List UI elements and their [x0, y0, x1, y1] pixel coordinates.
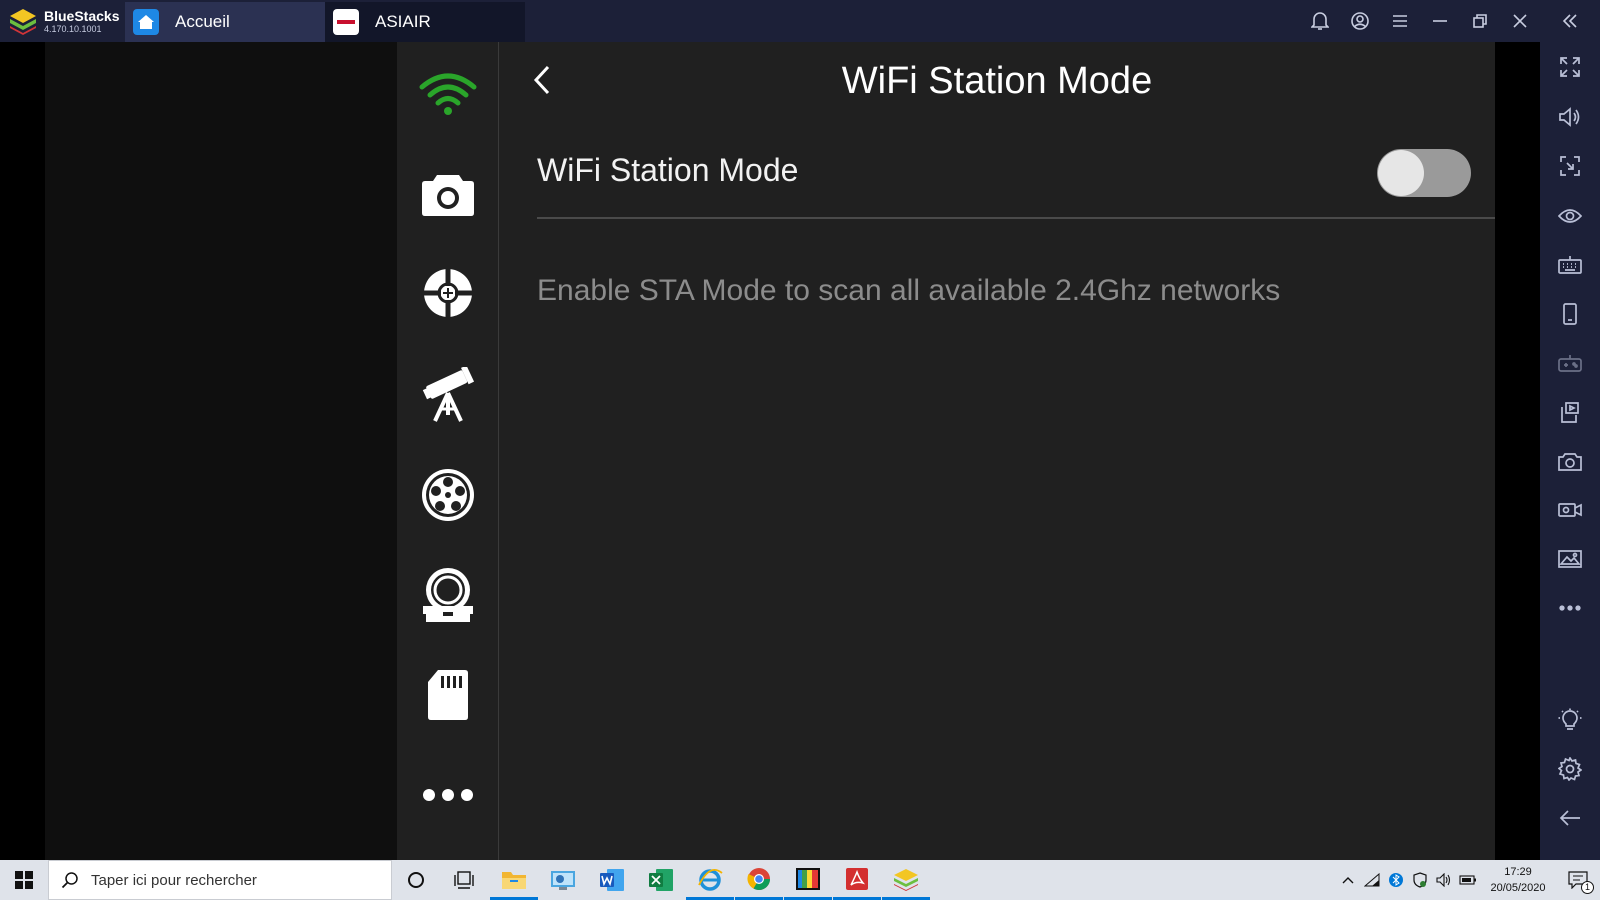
letterbox-pillar — [45, 42, 397, 860]
phone-rotate-icon[interactable] — [1550, 294, 1590, 334]
tab-asiair[interactable]: ASIAIR — [325, 2, 525, 42]
bluestacks-brand: BlueStacks 4.170.10.1001 — [0, 0, 125, 42]
focuser-icon[interactable] — [417, 564, 479, 626]
windows-start-icon[interactable] — [0, 860, 48, 900]
settings-gear-icon[interactable] — [1550, 749, 1590, 789]
wifi-icon[interactable] — [417, 62, 479, 124]
back-arrow-icon[interactable] — [1550, 798, 1590, 838]
bluetooth-icon[interactable] — [1384, 860, 1408, 900]
more-icon[interactable] — [417, 764, 479, 826]
bluestacks-logo-icon — [10, 9, 36, 35]
filter-wheel-icon[interactable] — [417, 464, 479, 526]
home-icon — [133, 9, 159, 35]
record-video-icon[interactable] — [1550, 490, 1590, 530]
word-icon[interactable] — [588, 860, 636, 900]
wifi-station-mode-row: WiFi Station Mode — [537, 132, 1495, 219]
collapse-sidebar-icon[interactable] — [1540, 0, 1600, 42]
screenshot-icon[interactable] — [1550, 441, 1590, 481]
task-view-icon[interactable] — [440, 860, 488, 900]
system-tray: 17:29 20/05/2020 1 — [1336, 860, 1600, 900]
letterbox-left — [0, 42, 45, 860]
bell-icon[interactable] — [1300, 0, 1340, 42]
restore-icon[interactable] — [1460, 0, 1500, 42]
clock-time: 17:29 — [1504, 866, 1532, 878]
windows-taskbar: Taper ici pour rechercher 17:29 20/05/20… — [0, 860, 1600, 900]
tab-accueil[interactable]: Accueil — [125, 2, 325, 42]
app-main-panel: WiFi Station Mode WiFi Station Mode Enab… — [499, 42, 1495, 860]
setting-label: WiFi Station Mode — [537, 152, 799, 188]
control-panel-icon[interactable] — [539, 860, 587, 900]
search-placeholder: Taper ici pour rechercher — [91, 871, 257, 889]
light-bulb-icon[interactable] — [1550, 700, 1590, 740]
screen-crop-icon[interactable] — [1550, 146, 1590, 186]
android-screen: WiFi Station Mode WiFi Station Mode Enab… — [0, 42, 1540, 860]
toggle-knob — [1378, 150, 1424, 196]
chrome-icon[interactable] — [735, 860, 783, 900]
keyboard-icon[interactable] — [1550, 245, 1590, 285]
fullscreen-icon[interactable] — [1550, 47, 1590, 87]
excel-icon[interactable] — [637, 860, 685, 900]
color-app-icon[interactable] — [784, 860, 832, 900]
tab-label: Accueil — [175, 12, 230, 31]
asiair-app-icon — [333, 9, 359, 35]
network-icon[interactable] — [1360, 860, 1384, 900]
bluestacks-right-toolbar — [1540, 42, 1600, 860]
internet-explorer-icon[interactable] — [686, 860, 734, 900]
notification-count-badge: 1 — [1581, 881, 1594, 894]
adobe-acrobat-icon[interactable] — [833, 860, 881, 900]
account-icon[interactable] — [1340, 0, 1380, 42]
battery-icon[interactable] — [1456, 860, 1480, 900]
taskbar-search-input[interactable]: Taper ici pour rechercher — [48, 860, 392, 900]
media-folder-icon[interactable] — [1550, 539, 1590, 579]
camera-icon[interactable] — [417, 162, 479, 224]
menu-icon[interactable] — [1380, 0, 1420, 42]
clock-date: 20/05/2020 — [1490, 882, 1546, 894]
bluestacks-taskbar-icon[interactable] — [882, 860, 930, 900]
taskbar-clock[interactable]: 17:29 20/05/2020 — [1480, 864, 1556, 896]
search-icon — [61, 872, 78, 889]
wifi-station-mode-toggle[interactable] — [1377, 149, 1471, 197]
sd-card-icon[interactable] — [417, 664, 479, 726]
close-icon[interactable] — [1500, 0, 1540, 42]
cortana-icon[interactable] — [392, 860, 440, 900]
guide-crosshair-icon[interactable] — [417, 262, 479, 324]
volume-icon[interactable] — [1550, 97, 1590, 137]
page-title: WiFi Station Mode — [841, 60, 1153, 102]
security-shield-icon[interactable] — [1408, 860, 1432, 900]
letterbox-right — [1495, 42, 1540, 860]
app-side-nav — [397, 42, 499, 860]
more-options-icon[interactable] — [1550, 588, 1590, 628]
brand-name: BlueStacks — [44, 7, 120, 24]
action-center-icon[interactable]: 1 — [1556, 860, 1600, 900]
minimize-icon[interactable] — [1420, 0, 1460, 42]
tab-label: ASIAIR — [375, 12, 431, 31]
sta-mode-hint: Enable STA Mode to scan all available 2.… — [537, 274, 1281, 307]
eye-icon[interactable] — [1550, 196, 1590, 236]
install-apk-icon[interactable] — [1550, 392, 1590, 432]
show-hidden-icons-chevron-icon[interactable] — [1336, 860, 1360, 900]
telescope-icon[interactable] — [417, 364, 479, 426]
gamepad-icon[interactable] — [1550, 343, 1590, 383]
brand-version: 4.170.10.1001 — [44, 23, 102, 34]
file-explorer-icon[interactable] — [490, 860, 538, 900]
speaker-icon[interactable] — [1432, 860, 1456, 900]
bluestacks-titlebar: BlueStacks 4.170.10.1001 Accueil ASIAIR — [0, 0, 1600, 42]
